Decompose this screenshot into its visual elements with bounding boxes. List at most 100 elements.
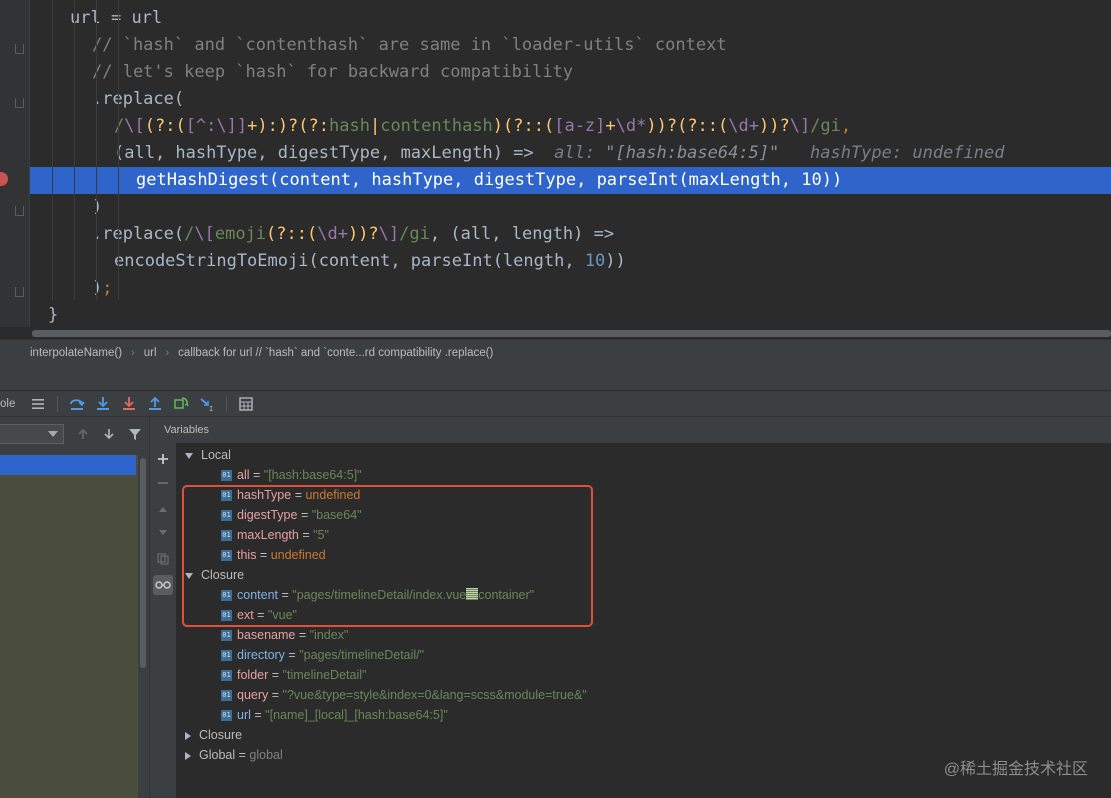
code-token: url bbox=[70, 8, 111, 28]
code-token: all: bbox=[533, 143, 606, 163]
menu-icon[interactable] bbox=[27, 393, 49, 415]
breadcrumb-item[interactable]: url bbox=[144, 347, 157, 359]
selected-frame[interactable] bbox=[0, 455, 136, 475]
indent-guide bbox=[74, 0, 75, 300]
copy-icon[interactable] bbox=[153, 549, 173, 569]
frames-scrollbar[interactable] bbox=[139, 455, 147, 755]
variable-name: basename bbox=[237, 628, 296, 642]
variables-side-toolbar bbox=[150, 417, 176, 798]
chevron-down-icon[interactable] bbox=[185, 452, 193, 459]
code-token: , bbox=[840, 116, 852, 136]
code-line[interactable]: // let's keep `hash` for backward compat… bbox=[30, 59, 1111, 86]
code-token: \[ bbox=[124, 116, 145, 136]
restart-frame-icon[interactable] bbox=[170, 393, 192, 415]
code-line[interactable]: ); bbox=[30, 275, 1111, 302]
chevron-down-icon bbox=[48, 431, 58, 437]
breakpoint-icon[interactable] bbox=[0, 172, 8, 186]
equals-sign: = bbox=[249, 468, 264, 482]
variable-name: query bbox=[237, 688, 269, 702]
code-line[interactable]: } bbox=[30, 302, 1111, 327]
force-step-into-icon[interactable] bbox=[118, 393, 140, 415]
code-token: )) bbox=[605, 251, 626, 271]
variable-value: "[name]_[local]_[hash:base64:5]" bbox=[265, 708, 448, 722]
step-into-icon[interactable] bbox=[92, 393, 114, 415]
chevron-right-icon[interactable] bbox=[185, 751, 191, 760]
step-out-icon[interactable] bbox=[144, 393, 166, 415]
glasses-icon[interactable] bbox=[153, 575, 173, 595]
scrollbar-thumb[interactable] bbox=[32, 330, 1111, 337]
code-editor[interactable]: url = url // `hash` and `contenthash` are… bbox=[0, 0, 1111, 327]
group-label: Local bbox=[201, 448, 231, 462]
step-over-icon[interactable] bbox=[66, 393, 88, 415]
code-line[interactable]: (all, hashType, digestType, maxLength) =… bbox=[30, 140, 1111, 167]
add-watch-icon[interactable] bbox=[153, 449, 173, 469]
frames-down-icon[interactable] bbox=[101, 426, 117, 442]
watermark: @稀土掘金技术社区 bbox=[943, 761, 1088, 778]
variable-name: folder bbox=[237, 668, 269, 682]
tree-group-local[interactable]: Local bbox=[185, 445, 231, 465]
code-token: (all, hashType, digestType, maxLength) =… bbox=[114, 143, 534, 163]
code-token: ))? bbox=[347, 224, 379, 244]
variable-icon: 01 bbox=[221, 470, 232, 482]
group-label: Global bbox=[199, 748, 236, 762]
remove-watch-icon[interactable] bbox=[153, 473, 173, 493]
code-token: hash bbox=[329, 116, 370, 136]
code-token: / bbox=[184, 224, 195, 244]
code-token: url bbox=[121, 8, 163, 28]
thread-select[interactable] bbox=[0, 424, 64, 444]
tree-group-closure[interactable]: Closure bbox=[185, 725, 242, 745]
code-token: +):)?(?: bbox=[247, 116, 329, 136]
code-line[interactable]: .replace( bbox=[30, 86, 1111, 113]
indent-guide bbox=[96, 0, 97, 300]
scrollbar-thumb[interactable] bbox=[140, 458, 146, 668]
filter-icon[interactable] bbox=[127, 426, 143, 442]
code-line[interactable]: .replace(/\[emoji(?::(\d+))?\]/gi, (all,… bbox=[30, 221, 1111, 248]
variable-row[interactable]: 01 url = "[name]_[local]_[hash:base64:5]" bbox=[221, 705, 448, 725]
move-up-icon[interactable] bbox=[153, 499, 173, 519]
move-down-icon[interactable] bbox=[153, 523, 173, 543]
breadcrumb-item[interactable]: callback for url // `hash` and `conte...… bbox=[178, 347, 493, 359]
code-token: getHashDigest(content, hashType, digestT… bbox=[136, 170, 802, 190]
code-token: ) bbox=[92, 278, 103, 298]
fold-marker[interactable] bbox=[15, 287, 24, 297]
code-line[interactable]: url = url bbox=[30, 5, 1111, 32]
code-line[interactable]: ) bbox=[30, 194, 1111, 221]
variable-name: all bbox=[237, 468, 250, 482]
execution-point-line[interactable]: getHashDigest(content, hashType, digestT… bbox=[30, 167, 1111, 194]
code-token: ))? bbox=[758, 116, 790, 136]
code-line[interactable]: /\[(?:([^:\]]+):)?(?:hash|contenthash)(?… bbox=[30, 113, 1111, 140]
fold-marker[interactable] bbox=[15, 44, 24, 54]
evaluate-icon[interactable] bbox=[235, 393, 257, 415]
variable-row[interactable]: 01 basename = "index" bbox=[221, 625, 348, 645]
variable-row[interactable]: 01 directory = "pages/timelineDetail/" bbox=[221, 645, 424, 665]
variable-icon: 01 bbox=[221, 670, 232, 682]
variable-row[interactable]: 01 query = "?vue&type=style&index=0&lang=… bbox=[221, 685, 587, 705]
editor-gutter[interactable] bbox=[0, 0, 30, 327]
variables-header: Variables bbox=[164, 424, 210, 436]
fold-marker[interactable] bbox=[15, 206, 24, 216]
frames-up-icon[interactable] bbox=[75, 426, 91, 442]
code-line[interactable]: encodeStringToEmoji(content, parseInt(le… bbox=[30, 248, 1111, 275]
code-line[interactable]: // `hash` and `contenthash` are same in … bbox=[30, 32, 1111, 59]
run-to-cursor-icon[interactable]: I bbox=[196, 393, 218, 415]
equals-sign: = bbox=[235, 748, 250, 762]
code-token: [a-z] bbox=[554, 116, 606, 136]
variable-value: "?vue&type=style&index=0&lang=scss&modul… bbox=[282, 688, 587, 702]
code-token: | bbox=[369, 116, 381, 136]
variable-row[interactable]: 01 folder = "timelineDetail" bbox=[221, 665, 366, 685]
code-token: encodeStringToEmoji(content, parseInt(le… bbox=[114, 251, 585, 271]
svg-text:I: I bbox=[209, 405, 213, 412]
code-token: 10 bbox=[801, 170, 822, 190]
equals-sign: = bbox=[284, 648, 300, 662]
chevron-right-icon[interactable] bbox=[185, 731, 191, 740]
variable-icon: 01 bbox=[221, 630, 232, 642]
variable-row[interactable]: 01 all = "[hash:base64:5]" bbox=[221, 465, 362, 485]
console-tab[interactable]: ole bbox=[0, 398, 15, 410]
code-token: \[ bbox=[194, 224, 215, 244]
code-token: hashType: undefined bbox=[779, 143, 1005, 163]
breadcrumb-item[interactable]: interpolateName() bbox=[30, 347, 122, 359]
editor-horizontal-scrollbar[interactable] bbox=[30, 327, 1111, 339]
tree-group-global[interactable]: Global = global bbox=[185, 745, 283, 765]
fold-marker[interactable] bbox=[15, 98, 24, 108]
code-token: (?::( bbox=[266, 224, 318, 244]
